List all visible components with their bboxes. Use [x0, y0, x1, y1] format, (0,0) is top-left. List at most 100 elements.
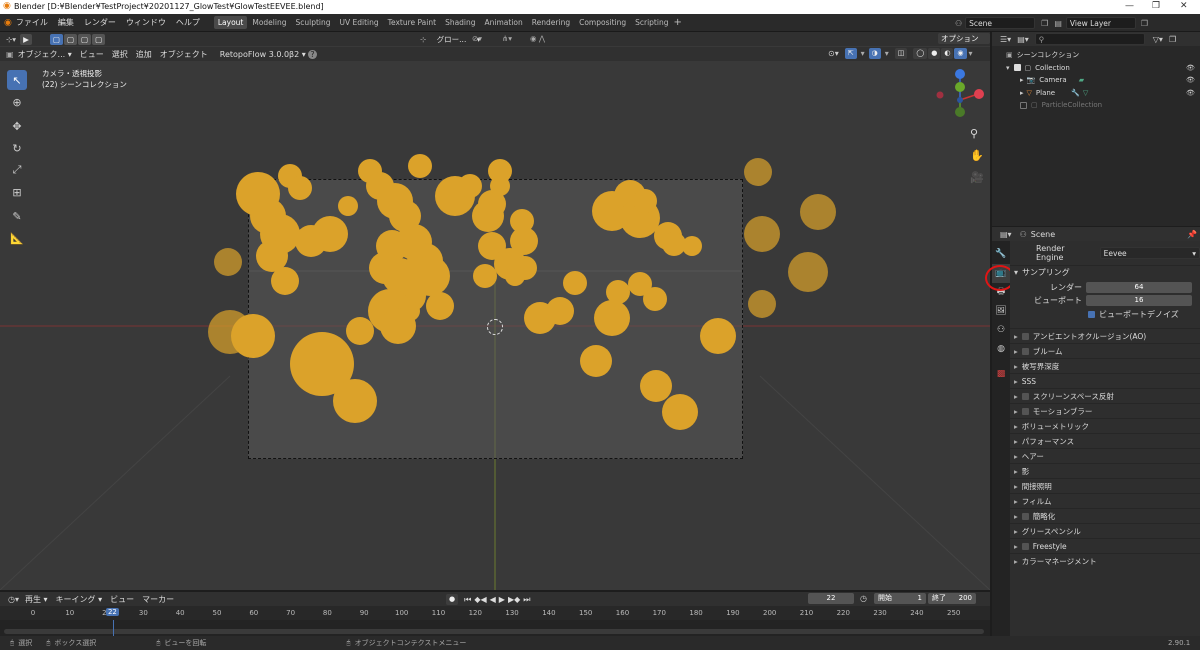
- particle-sphere[interactable]: [458, 174, 482, 198]
- zoom-icon[interactable]: ⚲: [970, 123, 984, 145]
- particle-sphere[interactable]: [231, 314, 275, 358]
- particle-sphere[interactable]: [748, 290, 776, 318]
- workspace-tab-uv-editing[interactable]: UV Editing: [336, 16, 383, 29]
- particle-sphere[interactable]: [472, 200, 504, 232]
- view-layer-tab-icon[interactable]: 🖼: [992, 302, 1010, 321]
- particle-sphere[interactable]: [662, 394, 698, 430]
- play-reverse-icon[interactable]: ◀: [490, 595, 496, 604]
- particle-sphere[interactable]: [510, 227, 538, 255]
- render-panel-11[interactable]: ▸ フィルム: [1010, 493, 1200, 508]
- collection-checkbox[interactable]: [1020, 101, 1027, 109]
- jump-end-icon[interactable]: ⏭: [523, 595, 530, 605]
- timeline-scrollbar[interactable]: [4, 629, 984, 634]
- particle-sphere[interactable]: [744, 216, 780, 252]
- menu-timeline-view[interactable]: ビュー: [110, 594, 134, 605]
- render-panel-2[interactable]: ▸ 被写界深度: [1010, 358, 1200, 373]
- render-engine-dropdown[interactable]: Eevee ▾: [1099, 247, 1200, 259]
- panel-enable-checkbox[interactable]: [1021, 512, 1029, 520]
- mode-dropdown[interactable]: オブジェク... ▾: [18, 49, 72, 60]
- particle-sphere[interactable]: [426, 292, 454, 320]
- render-samples-field[interactable]: 64: [1086, 282, 1192, 293]
- current-frame-field[interactable]: 22: [808, 593, 854, 604]
- outliner-item-plane[interactable]: ▸ ▽ Plane 🔧 ▽ 👁: [992, 87, 1200, 100]
- gizmo-icon[interactable]: ⇱: [844, 48, 857, 59]
- overlay-icon[interactable]: ◑: [868, 48, 881, 59]
- menu-item-4[interactable]: ヘルプ: [176, 17, 200, 28]
- menu-object[interactable]: オブジェクト: [160, 49, 208, 60]
- particle-sphere[interactable]: [271, 267, 299, 295]
- particle-sphere[interactable]: [788, 252, 828, 292]
- gizmo-dropdown-icon[interactable]: ▾: [861, 49, 865, 58]
- particle-sphere[interactable]: [606, 280, 630, 304]
- render-panel-0[interactable]: ▸ アンビエントオクルージョン(AO): [1010, 328, 1200, 343]
- workspace-tab-animation[interactable]: Animation: [481, 16, 527, 29]
- camera-view-icon[interactable]: 🎥: [970, 167, 984, 189]
- workspace-tab-texture-paint[interactable]: Texture Paint: [384, 16, 440, 29]
- new-scene-icon[interactable]: ❐: [1041, 19, 1048, 28]
- menu-item-3[interactable]: ウィンドウ: [126, 17, 166, 28]
- close-icon[interactable]: ✕: [1180, 1, 1188, 11]
- particle-sphere[interactable]: [490, 176, 510, 196]
- workspace-tab-rendering[interactable]: Rendering: [528, 16, 574, 29]
- scene-field[interactable]: Scene: [965, 17, 1036, 29]
- menu-marker[interactable]: マーカー: [142, 594, 174, 605]
- rendered-shading-icon[interactable]: ◉: [954, 48, 967, 59]
- particle-sphere[interactable]: [633, 189, 657, 213]
- solid-shading-icon[interactable]: ●: [928, 48, 941, 59]
- select-mode-new-icon[interactable]: ▢: [49, 33, 63, 45]
- particle-sphere[interactable]: [312, 216, 348, 252]
- particle-sphere[interactable]: [338, 196, 358, 216]
- editor-type-icon[interactable]: ⊹▾: [6, 35, 16, 44]
- timeline-body[interactable]: [0, 620, 990, 636]
- 3d-viewport[interactable]: カメラ・透視投影 (22) シーンコレクション ↖ ⊕ ✥ ↻ ⤢ ⊞ ✎ 📐 …: [0, 46, 990, 590]
- particle-sphere[interactable]: [563, 271, 587, 295]
- menu-add[interactable]: 追加: [136, 49, 152, 60]
- wireframe-shading-icon[interactable]: ◯: [913, 48, 928, 59]
- particle-sphere[interactable]: [580, 345, 612, 377]
- menu-playback[interactable]: 再生 ▾: [25, 594, 48, 605]
- render-panel-10[interactable]: ▸ 間接照明: [1010, 478, 1200, 493]
- viewport-denoise-checkbox[interactable]: [1088, 311, 1095, 318]
- panel-enable-checkbox[interactable]: [1021, 542, 1029, 550]
- viewport-denoise-row[interactable]: ビューポートデノイズ: [1010, 307, 1200, 322]
- sampling-panel-header[interactable]: ▾ サンプリング: [1010, 265, 1200, 279]
- end-frame-field[interactable]: 終了 200: [928, 593, 976, 604]
- particle-sphere[interactable]: [594, 300, 630, 336]
- select-tool-icon[interactable]: ▶: [20, 33, 32, 45]
- particle-sphere[interactable]: [288, 176, 312, 200]
- 3d-cursor-icon[interactable]: [487, 319, 503, 335]
- select-mode-intersect-icon[interactable]: ▢: [92, 33, 106, 45]
- overlay-dropdown-icon[interactable]: ▾: [885, 49, 889, 58]
- timeline-ruler[interactable]: 0102030405060708090100110120130140150160…: [0, 606, 990, 620]
- outliner-editor-icon[interactable]: ☰▾: [1000, 35, 1011, 44]
- particle-sphere[interactable]: [214, 248, 242, 276]
- particle-sphere[interactable]: [410, 256, 450, 296]
- xray-icon[interactable]: ◫: [894, 48, 908, 59]
- outliner-item-particlecollection[interactable]: ▢ ParticleCollection: [992, 99, 1200, 112]
- menu-select[interactable]: 選択: [112, 49, 128, 60]
- select-mode-extend-icon[interactable]: ▢: [63, 33, 78, 45]
- next-keyframe-icon[interactable]: ▶◆: [508, 595, 520, 604]
- particle-sphere[interactable]: [333, 379, 377, 423]
- particle-sphere[interactable]: [700, 318, 736, 354]
- playhead-frame-label[interactable]: 22: [105, 608, 119, 616]
- clock-icon[interactable]: ◷: [860, 594, 867, 603]
- render-panel-14[interactable]: ▸ Freestyle: [1010, 538, 1200, 553]
- render-panel-5[interactable]: ▸ モーションブラー: [1010, 403, 1200, 418]
- menu-keying[interactable]: キーイング ▾: [56, 594, 103, 605]
- viewlayer-field[interactable]: View Layer: [1065, 17, 1136, 29]
- visibility-eye-icon[interactable]: 👁: [1186, 76, 1195, 84]
- expand-icon[interactable]: ▸: [1020, 89, 1024, 97]
- particle-sphere[interactable]: [682, 236, 702, 256]
- menu-item-1[interactable]: 編集: [58, 17, 74, 28]
- world-tab-icon[interactable]: ◍: [992, 340, 1010, 359]
- filter-icon[interactable]: ▽▾: [1153, 35, 1163, 44]
- render-panel-12[interactable]: ▸ 簡略化: [1010, 508, 1200, 523]
- particle-sphere[interactable]: [640, 370, 672, 402]
- menu-view[interactable]: ビュー: [80, 49, 104, 60]
- workspace-tab-modeling[interactable]: Modeling: [248, 16, 290, 29]
- shading-dropdown-icon[interactable]: ▾: [969, 49, 973, 58]
- maximize-icon[interactable]: ❐: [1152, 1, 1160, 11]
- start-frame-field[interactable]: 開始 1: [874, 593, 926, 604]
- particle-sphere[interactable]: [546, 297, 574, 325]
